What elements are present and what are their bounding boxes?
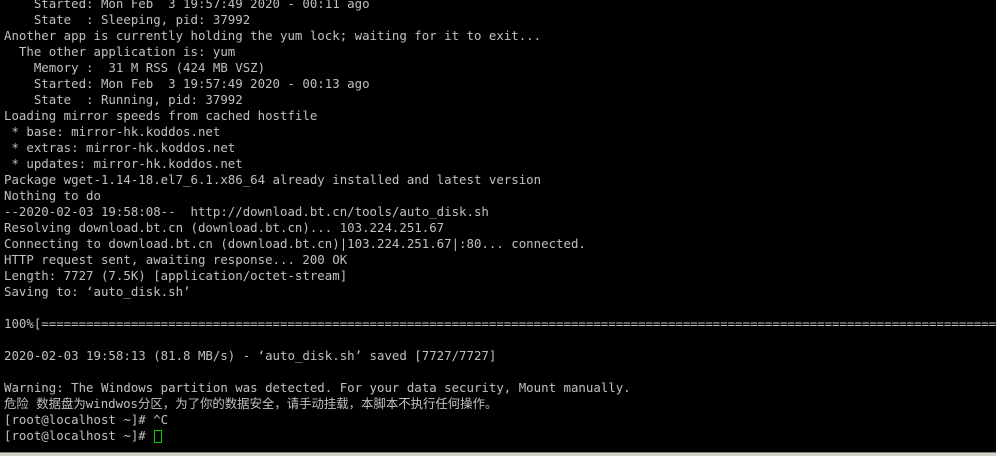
download-progress-bar: 100%[===================================…	[4, 316, 996, 331]
output-line: * base: mirror-hk.koddos.net	[4, 124, 221, 139]
terminal-window[interactable]: Started: Mon Feb 3 19:57:49 2020 - 00:11…	[0, 0, 996, 452]
output-line: * extras: mirror-hk.koddos.net	[4, 140, 236, 155]
output-line: * updates: mirror-hk.koddos.net	[4, 156, 243, 171]
output-line: State : Running, pid: 37992	[4, 92, 243, 107]
interrupted-command-line: [root@localhost ~]# ^C	[4, 412, 169, 427]
output-line: State : Sleeping, pid: 37992	[4, 12, 251, 27]
output-line: Started: Mon Feb 3 19:57:49 2020 - 00:13…	[4, 76, 370, 91]
output-line: Started: Mon Feb 3 19:57:49 2020 - 00:11…	[4, 0, 370, 11]
warning-line: Warning: The Windows partition was detec…	[4, 380, 631, 395]
shell-prompt: [root@localhost ~]#	[4, 428, 154, 443]
output-line: Saving to: ‘auto_disk.sh’	[4, 284, 191, 299]
output-line: Memory : 31 M RSS (424 MB VSZ)	[4, 60, 266, 75]
output-line: The other application is: yum	[4, 44, 236, 59]
output-line: Resolving download.bt.cn (download.bt.cn…	[4, 220, 445, 235]
output-line: Package wget-1.14-18.el7_6.1.x86_64 alre…	[4, 172, 542, 187]
output-line: Another app is currently holding the yum…	[4, 28, 542, 43]
text-cursor	[154, 430, 163, 443]
terminal-output: Started: Mon Feb 3 19:57:49 2020 - 00:11…	[4, 0, 996, 444]
output-line: Connecting to download.bt.cn (download.b…	[4, 236, 586, 251]
output-line: Loading mirror speeds from cached hostfi…	[4, 108, 318, 123]
output-line: --2020-02-03 19:58:08-- http://download.…	[4, 204, 489, 219]
warning-line-chinese: 危险 数据盘为windwos分区，为了你的数据安全，请手动挂载，本脚本不执行任何…	[4, 396, 498, 411]
output-line: 2020-02-03 19:58:13 (81.8 MB/s) - ‘auto_…	[4, 348, 497, 363]
command-prompt-line[interactable]: [root@localhost ~]#	[4, 428, 996, 444]
output-line: HTTP request sent, awaiting response... …	[4, 252, 348, 267]
output-line: Nothing to do	[4, 188, 101, 203]
window-bottom-border	[0, 452, 996, 456]
output-line: Length: 7727 (7.5K) [application/octet-s…	[4, 268, 348, 283]
